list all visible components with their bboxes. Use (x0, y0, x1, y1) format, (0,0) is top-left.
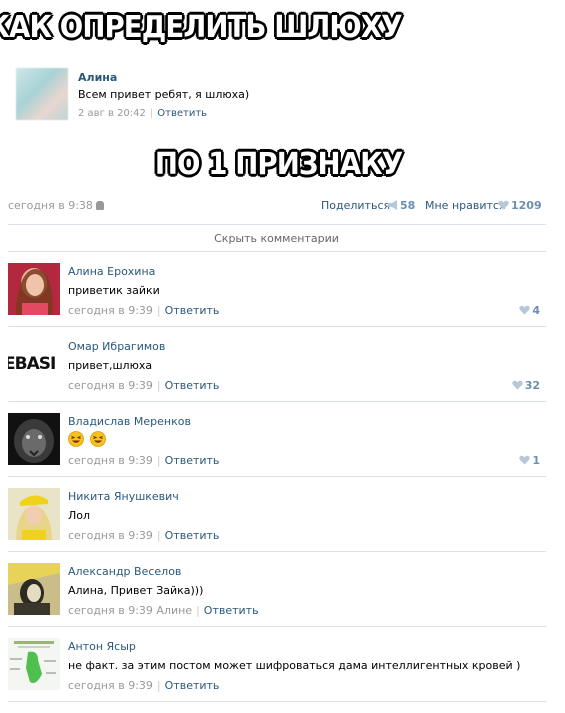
separator: | (196, 604, 200, 617)
comment-author[interactable]: Никита Янушкевич (68, 490, 179, 503)
reply-link[interactable]: Ответить (165, 529, 220, 542)
like-count: 32 (524, 379, 540, 392)
comment-like[interactable]: 4 (519, 304, 540, 317)
divider (8, 401, 546, 402)
reply-link[interactable]: Ответить (165, 379, 220, 392)
laughing-emoji-icon (68, 431, 84, 447)
quoted-meta: 2 авг в 20:42 | Ответить (78, 108, 207, 119)
separator: | (156, 304, 161, 317)
quoted-date[interactable]: 2 авг в 20:42 (78, 108, 146, 119)
quoted-author[interactable]: Алина (78, 71, 117, 84)
divider (8, 224, 546, 225)
quoted-avatar[interactable] (16, 68, 68, 120)
separator: | (156, 454, 161, 467)
comment-like[interactable]: 1 (519, 454, 540, 467)
reply-link[interactable]: Ответить (165, 454, 220, 467)
comment-author[interactable]: Омар Ибрагимов (68, 340, 165, 353)
laughing-emoji-icon (90, 431, 106, 447)
like-button[interactable]: Мне нравится (425, 199, 506, 212)
avatar[interactable] (8, 413, 60, 465)
avatar[interactable] (8, 563, 60, 615)
comment-date[interactable]: сегодня в 9:39 (68, 529, 153, 542)
comment-date[interactable]: сегодня в 9:39 (68, 304, 153, 317)
comment-author[interactable]: Антон Ясыр (68, 640, 136, 653)
divider (8, 626, 546, 627)
quoted-comment: Алина Всем привет ребят, я шлюха) 2 авг … (16, 68, 416, 128)
avatar[interactable]: EBASI (8, 338, 60, 390)
heart-icon (519, 305, 530, 315)
heart-icon[interactable] (498, 200, 509, 210)
comment-date[interactable]: сегодня в 9:39 (68, 679, 153, 692)
meme-middle-caption: ПО 1 ПРИЗНАКУ (154, 147, 403, 182)
megaphone-icon (388, 200, 397, 210)
comment-text: Лол (68, 509, 91, 522)
hide-comments-link[interactable]: Скрыть комментарии (0, 232, 553, 245)
divider (8, 551, 546, 552)
post-date[interactable]: сегодня в 9:38 (8, 199, 104, 212)
separator: | (156, 379, 161, 392)
comment-meta: сегодня в 9:39 | Ответить (68, 304, 219, 317)
quoted-text: Всем привет ребят, я шлюха) (78, 88, 250, 101)
divider (8, 701, 546, 702)
comment-meta: сегодня в 9:39 Алине | Ответить (68, 604, 259, 617)
separator: | (156, 529, 161, 542)
comment-meta: сегодня в 9:39 | Ответить (68, 679, 219, 692)
heart-icon (519, 455, 530, 465)
android-icon (95, 201, 104, 210)
comment-author[interactable]: Алина Ерохина (68, 265, 155, 278)
heart-icon (512, 380, 523, 390)
comment-text: привет,шлюха (68, 359, 153, 372)
divider (8, 476, 546, 477)
comment-author[interactable]: Александр Веселов (68, 565, 181, 578)
share-button[interactable]: Поделиться (321, 199, 390, 212)
comment-meta: сегодня в 9:39 | Ответить (68, 454, 219, 467)
reply-link[interactable]: Ответить (165, 304, 220, 317)
comment-text: Алина, Привет Зайка))) (68, 584, 204, 597)
comment-date[interactable]: сегодня в 9:39 Алине (68, 604, 192, 617)
comment-text: приветик зайки (68, 284, 160, 297)
comment-emoji-row (68, 431, 112, 447)
separator: | (149, 108, 154, 119)
comment-date[interactable]: сегодня в 9:39 (68, 379, 153, 392)
like-count[interactable]: 1209 (511, 199, 542, 212)
reply-link[interactable]: Ответить (165, 679, 220, 692)
comment-text: не факт. за этим постом может шифроватьс… (68, 659, 521, 672)
avatar[interactable] (8, 638, 60, 690)
comment-author[interactable]: Владислав Меренков (68, 415, 191, 428)
avatar[interactable] (8, 488, 60, 540)
meme-top-caption: КАК ОПРЕДЕЛИТЬ ШЛЮХУ (0, 10, 403, 45)
reply-link[interactable]: Ответить (204, 604, 259, 617)
like-count: 1 (532, 454, 540, 467)
divider (8, 251, 546, 252)
divider (8, 326, 546, 327)
post-footer: сегодня в 9:38 Поделиться 58 Мне нравитс… (8, 199, 542, 213)
share-count[interactable]: 58 (400, 199, 415, 212)
avatar[interactable] (8, 263, 60, 315)
post-date-text[interactable]: сегодня в 9:38 (8, 199, 93, 212)
comment-meta: сегодня в 9:39 | Ответить (68, 529, 219, 542)
comment-date[interactable]: сегодня в 9:39 (68, 454, 153, 467)
like-count: 4 (532, 304, 540, 317)
avatar-logo-text: EBASI (8, 354, 56, 374)
comment-like[interactable]: 32 (512, 379, 540, 392)
quoted-reply-link[interactable]: Ответить (157, 108, 207, 119)
separator: | (156, 679, 161, 692)
comment-meta: сегодня в 9:39 | Ответить (68, 379, 219, 392)
